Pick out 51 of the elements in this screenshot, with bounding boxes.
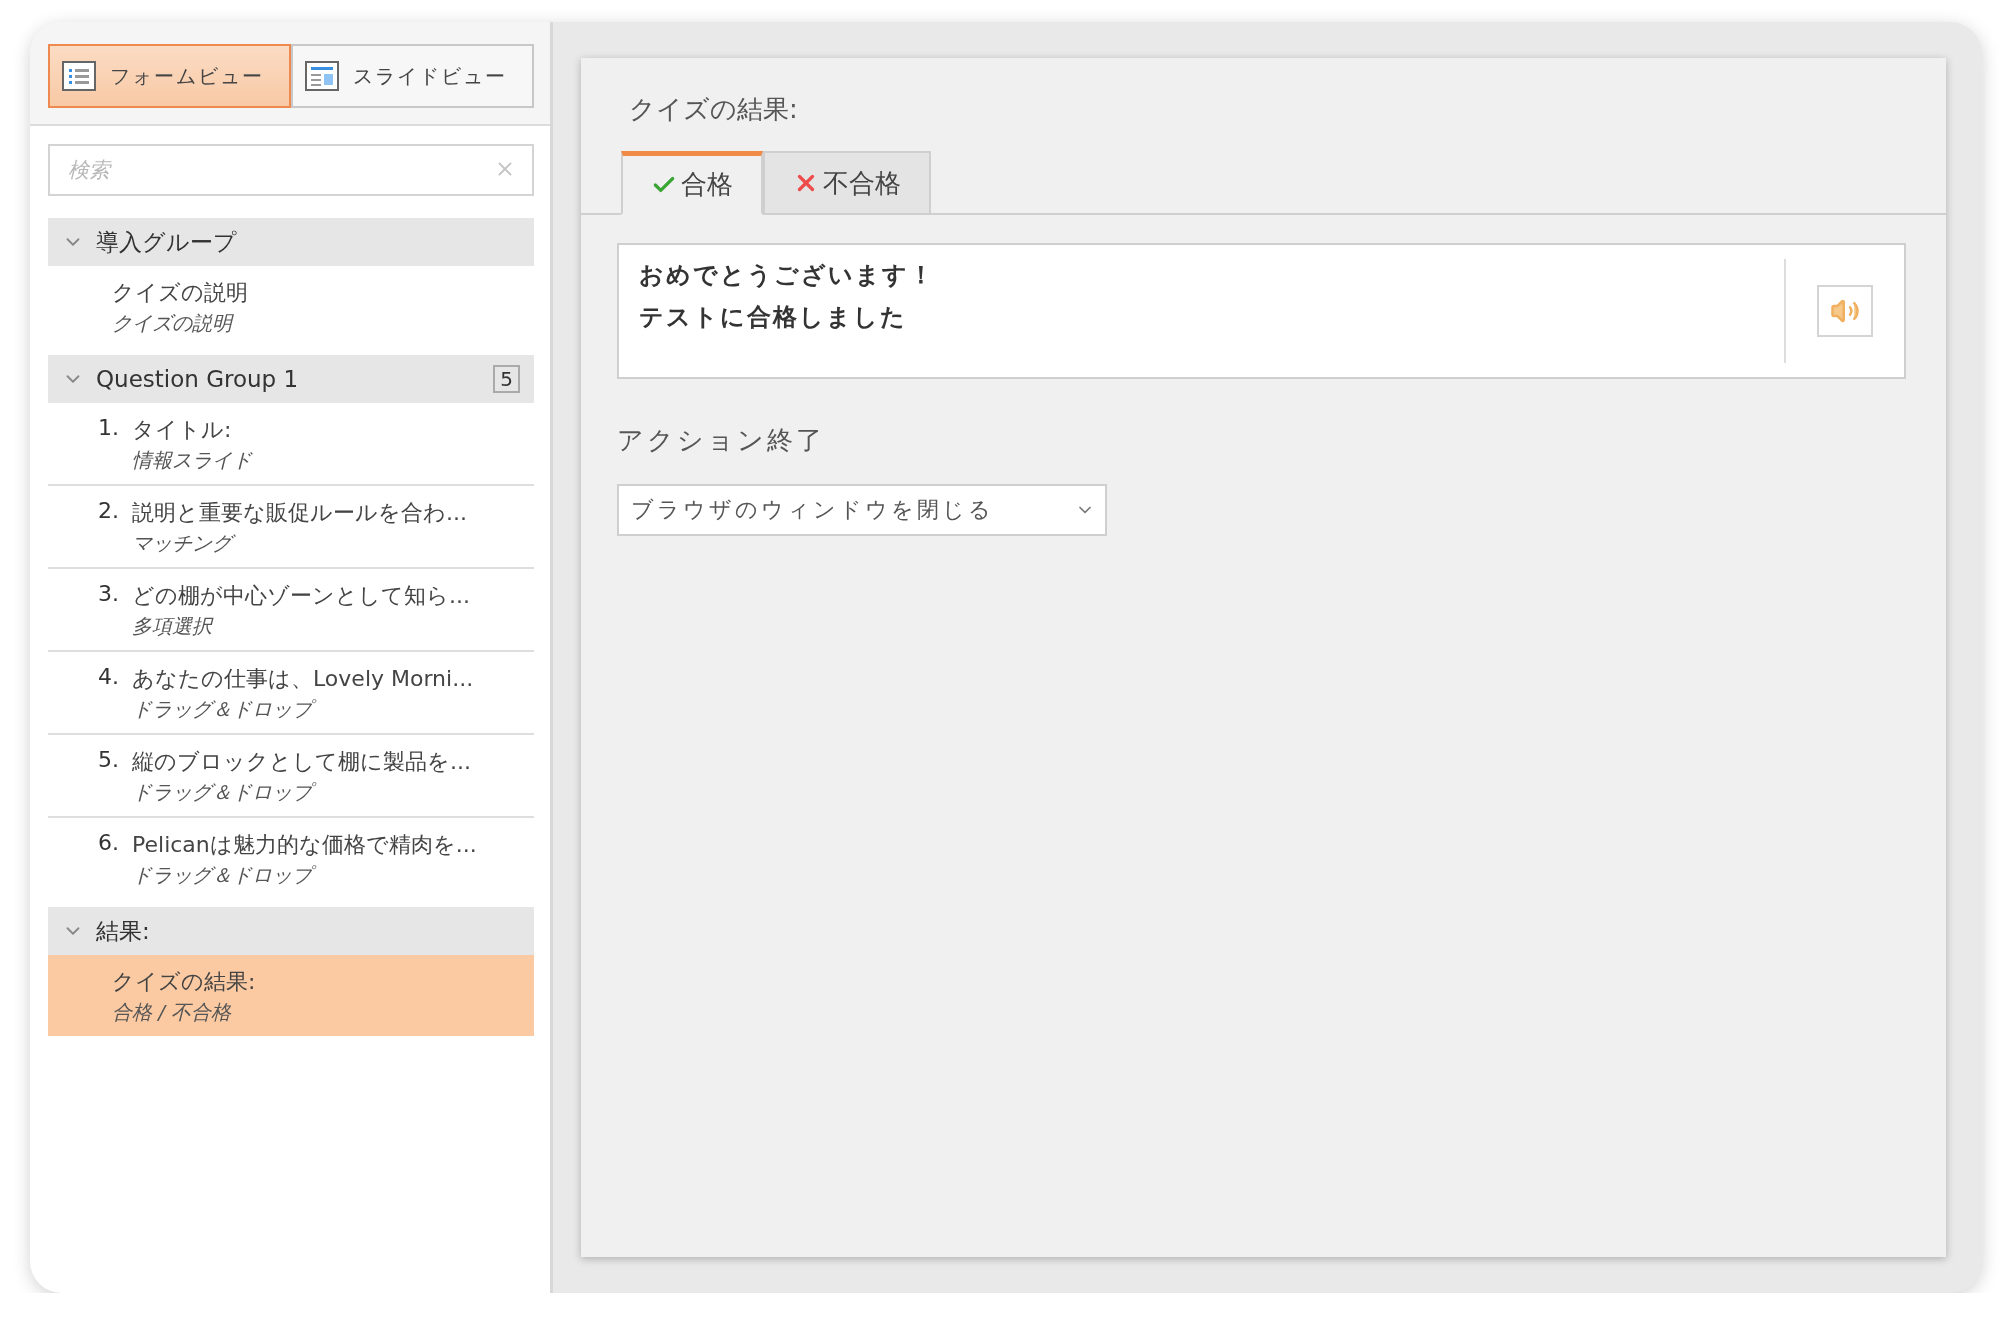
item-title: 説明と重要な販促ルールを合わ...	[132, 499, 467, 527]
item-number: 1.	[98, 415, 120, 442]
item-title: タイトル:	[132, 416, 233, 444]
item-title: あなたの仕事は、Lovely Morni...	[132, 665, 474, 693]
group-title: 結果:	[96, 916, 151, 946]
result-tab[interactable]: 合格	[621, 151, 763, 215]
group-title: Question Group 1	[96, 366, 300, 392]
item-number: 5.	[98, 747, 120, 774]
item-number: 6.	[98, 830, 120, 857]
result-tab[interactable]: 不合格	[763, 151, 931, 215]
item-type: クイズの説明	[112, 310, 235, 337]
count-badge: 5	[493, 365, 520, 393]
item-title: どの棚が中心ゾーンとして知ら...	[132, 582, 470, 610]
group-title: 導入グループ	[96, 227, 238, 257]
item-number: 2.	[98, 498, 120, 525]
item-title: クイズの説明	[112, 279, 248, 307]
slide-item[interactable]: 6. Pelicanは魅力的な価格で精肉を... ドラッグ＆ドロップ	[48, 818, 534, 899]
group-header[interactable]: 結果:	[48, 907, 534, 955]
item-type: ドラッグ＆ドロップ	[132, 862, 477, 889]
message-text: おめでとうございます！	[639, 260, 936, 291]
item-title: クイズの結果:	[112, 968, 256, 996]
item-number: 3.	[98, 581, 120, 608]
item-type: 合格 / 不合格	[112, 999, 233, 1026]
group-header[interactable]: Question Group 1 5	[48, 355, 534, 403]
panel-title: クイズの結果:	[629, 93, 799, 126]
list-icon	[62, 61, 96, 91]
item-type: マッチング	[132, 530, 467, 557]
item-number: 4.	[98, 664, 120, 691]
item-title: Pelicanは魅力的な価格で精肉を...	[132, 831, 477, 859]
action-dropdown[interactable]: ブラウザのウィンドウを閉じる	[617, 484, 1107, 536]
slide-icon	[305, 61, 339, 91]
item-type: 多項選択	[132, 613, 215, 640]
item-title: 縦のブロックとして棚に製品を...	[132, 748, 471, 776]
item-type: ドラッグ＆ドロップ	[132, 696, 474, 723]
slide-item[interactable]: 3. どの棚が中心ゾーンとして知ら... 多項選択	[48, 569, 534, 652]
slide-item[interactable]: クイズの結果: 合格 / 不合格	[48, 955, 534, 1036]
field-label: アクション終了	[617, 424, 826, 457]
slide-item[interactable]: クイズの説明 クイズの説明	[48, 266, 534, 347]
search-field[interactable]: 検索	[48, 144, 534, 196]
slide-item[interactable]: 5. 縦のブロックとして棚に製品を... ドラッグ＆ドロップ	[48, 735, 534, 818]
message-text: テストに合格しました	[639, 302, 908, 333]
message-box[interactable]: おめでとうございます！ テストに合格しました	[617, 243, 1906, 379]
group-header[interactable]: 導入グループ	[48, 218, 534, 266]
item-type: ドラッグ＆ドロップ	[132, 779, 471, 806]
slide-item[interactable]: 2. 説明と重要な販促ルールを合わ... マッチング	[48, 486, 534, 569]
slide-item[interactable]: 1. タイトル: 情報スライド	[48, 403, 534, 486]
audio-button[interactable]	[1817, 285, 1873, 337]
item-type: 情報スライド	[132, 447, 252, 474]
view-toggle[interactable]: スライドビュー	[291, 44, 534, 108]
view-toggle[interactable]: フォームビュー	[48, 44, 291, 108]
slide-item[interactable]: 4. あなたの仕事は、Lovely Morni... ドラッグ＆ドロップ	[48, 652, 534, 735]
